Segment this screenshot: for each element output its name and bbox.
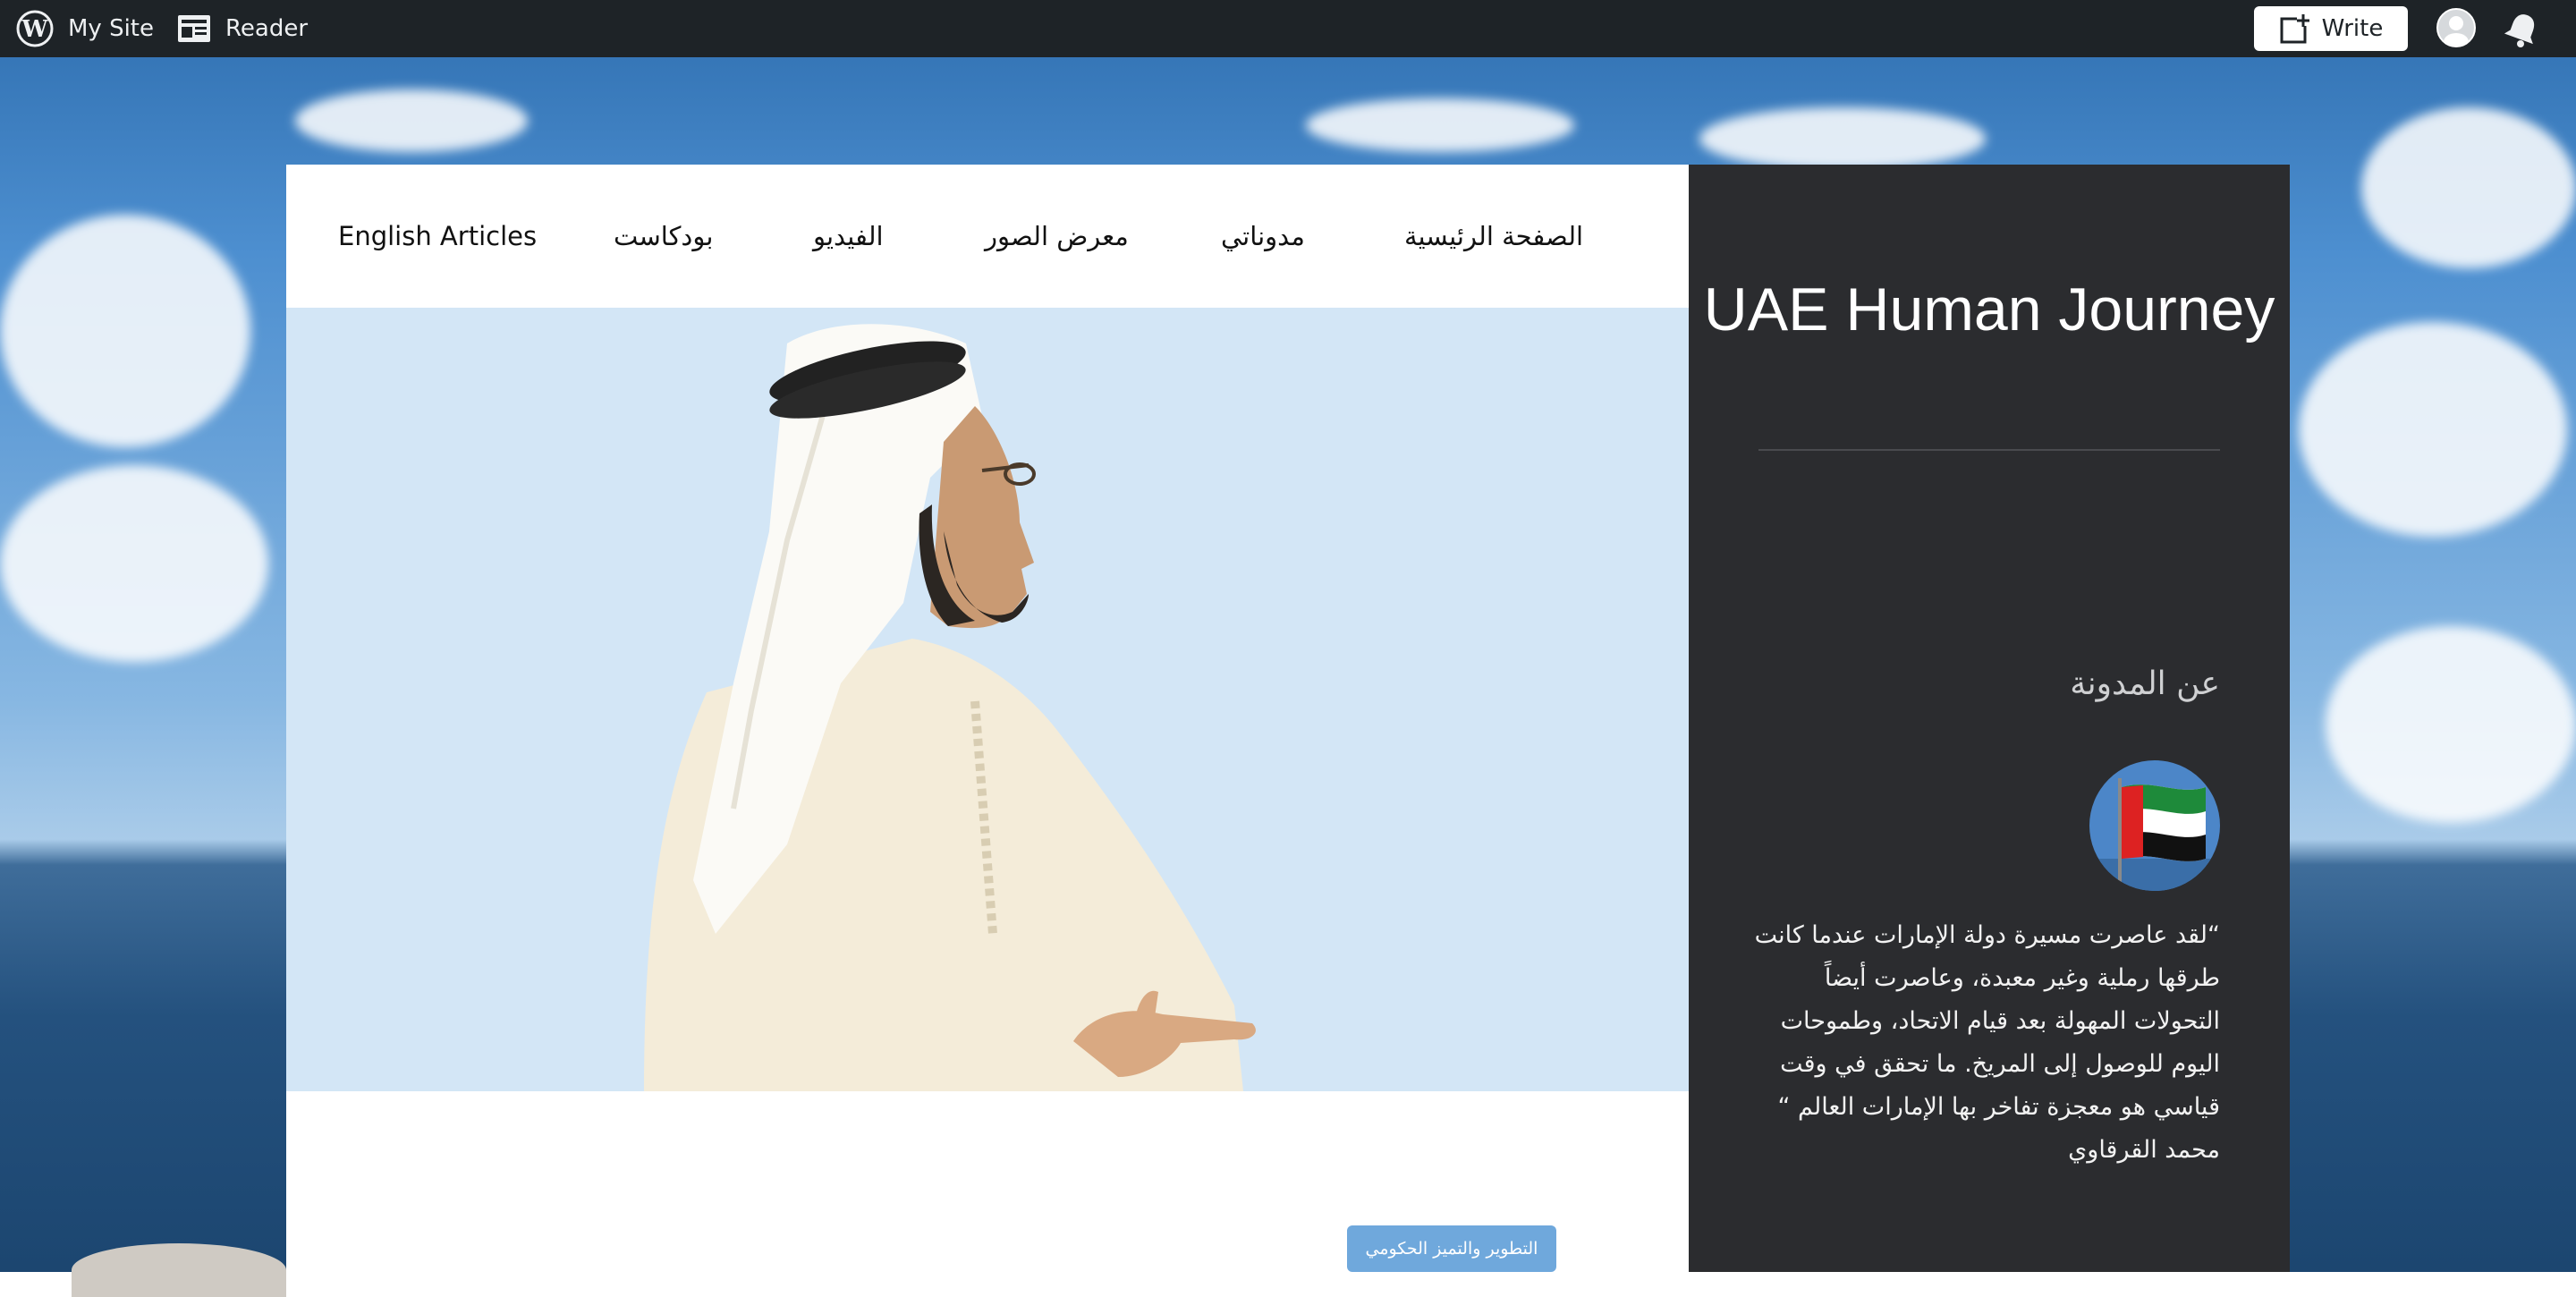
nav-item-video[interactable]: الفيديو [813,165,884,308]
reader-icon [178,15,210,42]
reader-label: Reader [225,15,309,42]
write-label: Write [2321,15,2384,42]
my-site-link[interactable]: W My Site [16,0,154,57]
about-heading: عن المدونة [2070,665,2220,702]
rock [72,1243,286,1297]
nav-item-my-blogs[interactable]: مدوناتي [1221,165,1305,308]
write-button[interactable]: Write [2254,6,2408,51]
main-content: الصفحة الرئيسية مدوناتي معرض الصور الفيد… [286,165,1689,1272]
about-text: “لقد عاصرت مسيرة دولة الإمارات عندما كان… [1754,921,2220,1164]
portrait-illustration [644,324,1256,1091]
my-site-label: My Site [68,15,155,42]
cloud [0,215,250,447]
nav-item-english-articles[interactable]: English Articles [338,165,537,308]
site-title[interactable]: UAE Human Journey [1689,272,2290,347]
cloud [2361,107,2576,268]
cloud [1306,98,1574,152]
avatar[interactable] [2436,8,2476,47]
notifications-button[interactable] [2503,9,2542,52]
cloud [2299,322,2567,537]
nav-item-home[interactable]: الصفحة الرئيسية [1404,165,1583,308]
bell-icon [2504,14,2535,47]
nav-item-podcast[interactable]: بودكاست [614,165,713,308]
reader-link[interactable]: Reader [177,0,308,57]
admin-bar: W My Site Reader Write [0,0,2576,57]
category-button[interactable]: التطوير والتميز الحكومي [1347,1225,1556,1272]
sidebar: UAE Human Journey عن المدونة “لقد عاصرت … [1689,165,2290,1272]
hero-image [286,308,1689,1091]
cloud [0,465,268,662]
main-navigation: الصفحة الرئيسية مدوناتي معرض الصور الفيد… [286,165,1689,308]
wordpress-icon: W [16,10,54,47]
divider [1758,449,2220,451]
cloud [1699,107,1986,170]
uae-flag-image [2089,760,2220,891]
add-post-icon [2280,13,2309,44]
cloud [295,89,528,152]
user-icon [2444,16,2469,46]
nav-item-gallery[interactable]: معرض الصور [985,165,1129,308]
category-button-label: التطوير والتميز الحكومي [1365,1239,1538,1259]
cloud [2326,626,2576,823]
svg-text:W: W [21,16,48,43]
